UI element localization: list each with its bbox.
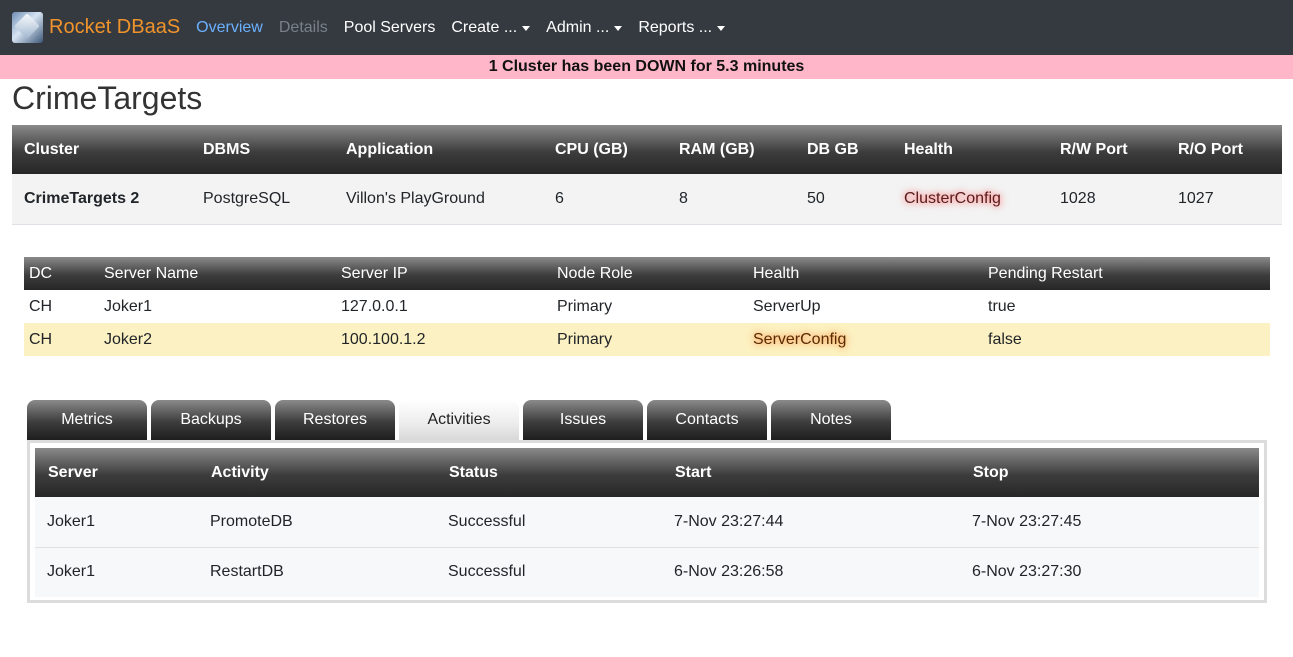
server-table: DC Server Name Server IP Node Role Healt… — [24, 257, 1270, 356]
table-row[interactable]: Joker1 RestartDB Successful 6-Nov 23:26:… — [35, 547, 1259, 597]
server-name-value: Joker2 — [99, 323, 336, 356]
table-row[interactable]: CH Joker1 127.0.0.1 Primary ServerUp tru… — [24, 290, 1270, 323]
page-title: CrimeTargets — [12, 80, 203, 116]
dc-value: CH — [29, 297, 53, 315]
cluster-name: CrimeTargets 2 — [12, 174, 191, 225]
tab-restores[interactable]: Restores — [275, 400, 395, 440]
tab-activities[interactable]: Activities — [399, 400, 519, 440]
dbms-value: PostgreSQL — [191, 174, 334, 225]
cluster-table: Cluster DBMS Application CPU (GB) RAM (G… — [12, 125, 1282, 225]
nav-links: Overview Details Pool Servers Create ...… — [196, 19, 741, 37]
server-health-value: ServerConfig — [748, 323, 983, 356]
ram-value: 8 — [667, 174, 795, 225]
brand-name: Rocket DBaaS — [49, 16, 181, 38]
col-dbms[interactable]: DBMS — [191, 125, 334, 174]
col-cluster[interactable]: Cluster — [12, 125, 191, 174]
col-rw-port[interactable]: R/W Port — [1048, 125, 1166, 174]
col-start[interactable]: Start — [662, 448, 960, 497]
col-node-role[interactable]: Node Role — [552, 257, 748, 290]
nav-overview[interactable]: Overview — [196, 19, 263, 37]
cluster-table-header: Cluster DBMS Application CPU (GB) RAM (G… — [12, 125, 1282, 174]
nav-admin-dropdown[interactable]: Admin ... — [546, 18, 623, 37]
activity-table-header: Server Activity Status Start Stop — [35, 448, 1259, 497]
ro-port-value: 1027 — [1166, 174, 1282, 225]
tab-contacts[interactable]: Contacts — [647, 400, 767, 440]
col-ro-port[interactable]: R/O Port — [1166, 125, 1282, 174]
stop-value: 6-Nov 23:27:30 — [960, 547, 1259, 597]
tab-backups[interactable]: Backups — [151, 400, 271, 440]
detail-tabs: Metrics Backups Restores Activities Issu… — [27, 400, 895, 440]
server-value: Joker1 — [35, 547, 198, 597]
server-name-value: Joker1 — [104, 297, 153, 315]
dc-value: CH — [24, 323, 99, 356]
nav-reports-label: Reports ... — [638, 18, 713, 36]
health-badge: ClusterConfig — [904, 189, 1001, 207]
col-activity[interactable]: Activity — [198, 448, 436, 497]
table-row[interactable]: CH Joker2 100.100.1.2 Primary ServerConf… — [24, 323, 1270, 356]
caret-down-icon — [614, 26, 623, 31]
stop-value: 7-Nov 23:27:45 — [960, 497, 1259, 548]
col-server-health[interactable]: Health — [748, 257, 983, 290]
pending-restart-value: true — [988, 297, 1016, 315]
col-cpu[interactable]: CPU (GB) — [543, 125, 667, 174]
nav-details: Details — [278, 18, 328, 36]
activity-table: Server Activity Status Start Stop Joker1… — [35, 448, 1259, 597]
pending-restart-value: false — [983, 323, 1270, 356]
start-value: 6-Nov 23:26:58 — [662, 547, 960, 597]
tab-notes[interactable]: Notes — [771, 400, 891, 440]
node-role-value: Primary — [557, 297, 613, 315]
col-server[interactable]: Server — [35, 448, 198, 497]
col-pending-restart[interactable]: Pending Restart — [983, 257, 1270, 290]
tab-metrics[interactable]: Metrics — [27, 400, 147, 440]
server-ip-value: 100.100.1.2 — [336, 323, 552, 356]
col-dc[interactable]: DC — [24, 257, 99, 290]
nav-admin-label: Admin ... — [546, 18, 610, 36]
activity-value: RestartDB — [198, 547, 436, 597]
col-health[interactable]: Health — [892, 125, 1048, 174]
col-application[interactable]: Application — [334, 125, 543, 174]
cluster-health-status: ClusterConfig — [892, 174, 1048, 225]
caret-down-icon — [522, 26, 531, 31]
rw-port-value: 1028 — [1048, 174, 1166, 225]
application-value: Villon's PlayGround — [334, 174, 543, 225]
node-role-value: Primary — [552, 323, 748, 356]
col-stop[interactable]: Stop — [960, 448, 1259, 497]
table-row[interactable]: Joker1 PromoteDB Successful 7-Nov 23:27:… — [35, 497, 1259, 548]
nav-pool-servers[interactable]: Pool Servers — [344, 19, 436, 37]
cluster-down-alert: 1 Cluster has been DOWN for 5.3 minutes — [0, 55, 1293, 79]
nav-reports-dropdown[interactable]: Reports ... — [638, 18, 726, 37]
server-table-header: DC Server Name Server IP Node Role Healt… — [24, 257, 1270, 290]
server-value: Joker1 — [35, 497, 198, 548]
db-gb-value: 50 — [795, 174, 892, 225]
table-row[interactable]: CrimeTargets 2 PostgreSQL Villon's PlayG… — [12, 174, 1282, 225]
health-badge: ServerConfig — [753, 330, 847, 348]
col-status[interactable]: Status — [436, 448, 662, 497]
caret-down-icon — [717, 26, 726, 31]
activities-panel: Server Activity Status Start Stop Joker1… — [27, 440, 1267, 603]
col-server-ip[interactable]: Server IP — [336, 257, 552, 290]
tab-issues[interactable]: Issues — [523, 400, 643, 440]
server-health-value: ServerUp — [753, 297, 821, 315]
col-server-name[interactable]: Server Name — [99, 257, 336, 290]
col-ram[interactable]: RAM (GB) — [667, 125, 795, 174]
nav-create-dropdown[interactable]: Create ... — [451, 18, 531, 37]
status-value: Successful — [436, 547, 662, 597]
cpu-value: 6 — [543, 174, 667, 225]
status-value: Successful — [436, 497, 662, 548]
start-value: 7-Nov 23:27:44 — [662, 497, 960, 548]
nav-create-label: Create ... — [451, 18, 518, 36]
rocket-logo-icon — [12, 12, 43, 43]
brand[interactable]: Rocket DBaaS — [12, 0, 180, 55]
activity-value: PromoteDB — [198, 497, 436, 548]
top-navbar: Rocket DBaaS Overview Details Pool Serve… — [0, 0, 1293, 55]
col-db-gb[interactable]: DB GB — [795, 125, 892, 174]
server-ip-value: 127.0.0.1 — [341, 297, 408, 315]
